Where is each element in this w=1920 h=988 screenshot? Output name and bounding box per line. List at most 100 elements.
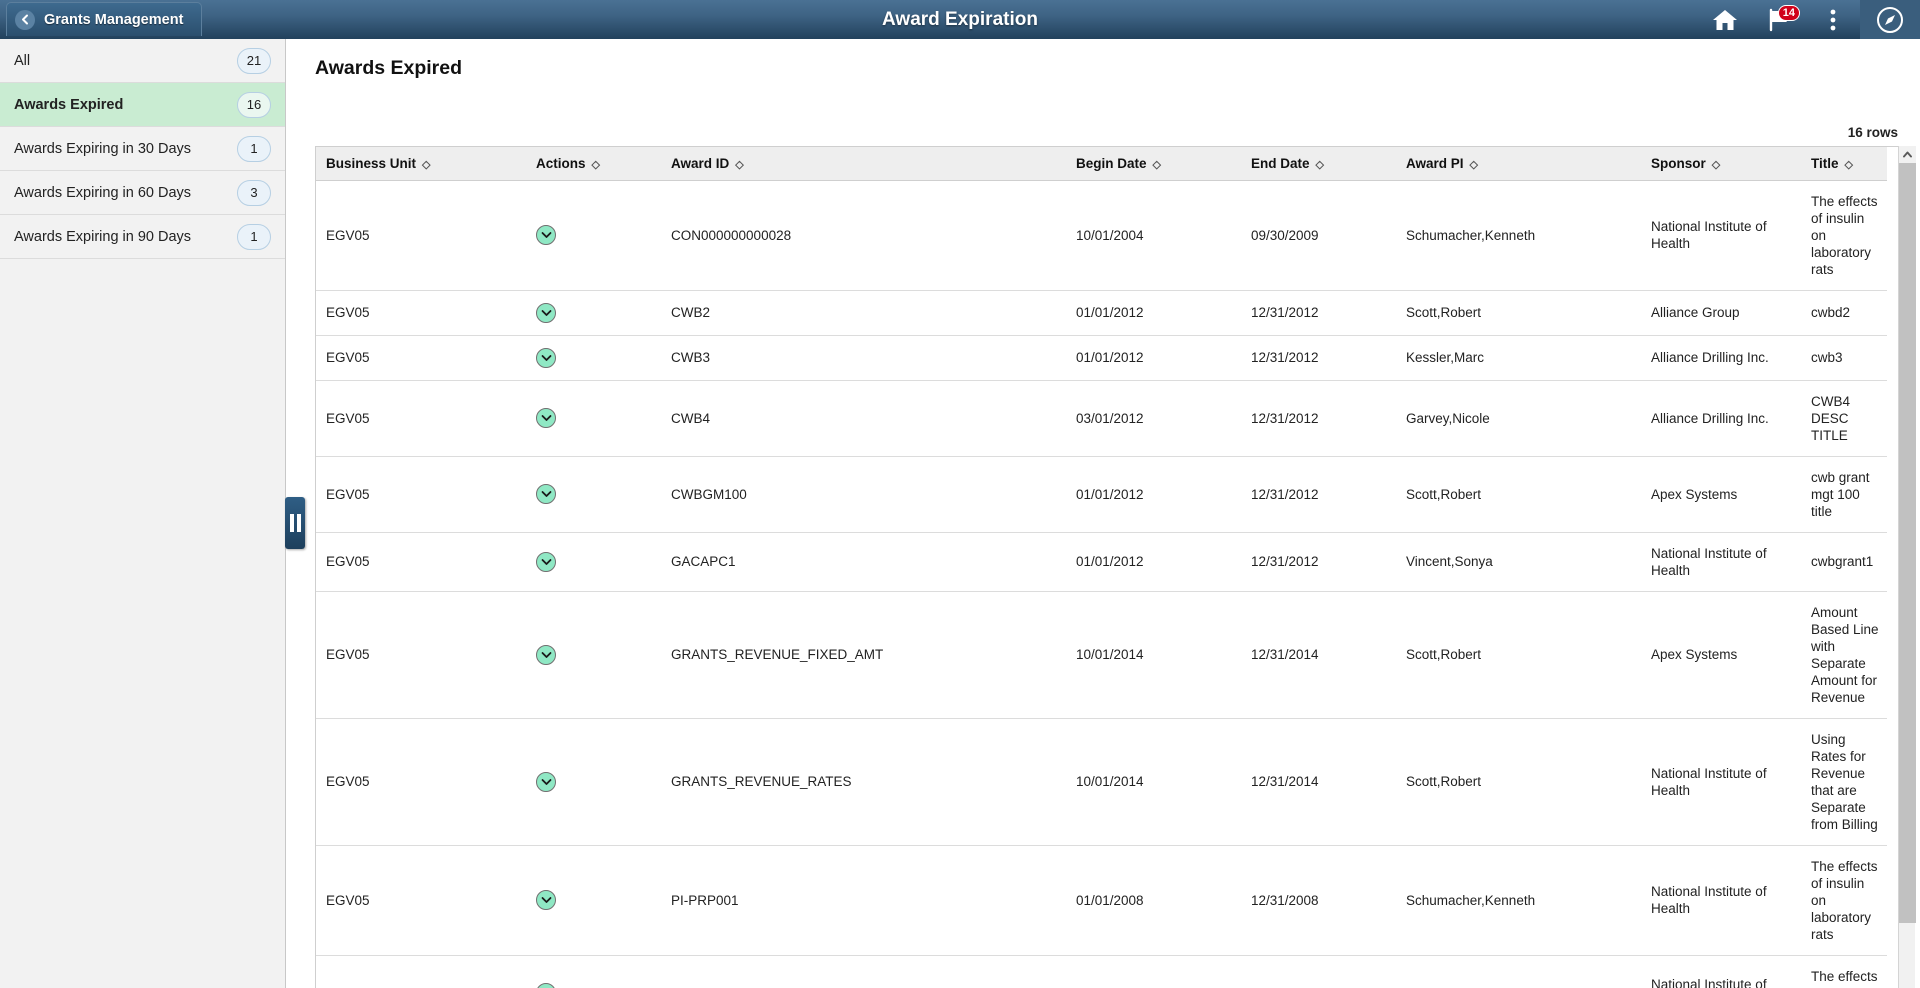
sort-icon[interactable]: ◇	[1470, 159, 1478, 171]
chevron-down-circle-icon[interactable]	[536, 303, 556, 323]
cell-begin-date: 01/01/2012	[1066, 335, 1241, 380]
table-row[interactable]: EGV05CON00000000002810/01/200409/30/2009…	[316, 180, 1887, 290]
chevron-down-circle-icon[interactable]	[536, 890, 556, 910]
cell-award-pi: Kessler,Marc	[1396, 335, 1641, 380]
cell-actions[interactable]	[526, 456, 661, 532]
cell-business-unit: EGV05	[316, 591, 526, 718]
sidebar-item-awards-expired[interactable]: Awards Expired 16	[0, 83, 285, 127]
cell-actions[interactable]	[526, 290, 661, 335]
sidebar-item-awards-expiring-90-days[interactable]: Awards Expiring in 90 Days 1	[0, 215, 285, 259]
cell-title: cwbgrant1	[1801, 532, 1887, 591]
cell-actions[interactable]	[526, 335, 661, 380]
scrollbar-thumb[interactable]	[1899, 163, 1916, 923]
chevron-down-circle-icon[interactable]	[536, 408, 556, 428]
sort-icon[interactable]: ◇	[1712, 159, 1720, 171]
column-header-title[interactable]: Title◇	[1801, 147, 1887, 180]
column-header-business-unit[interactable]: Business Unit◇	[316, 147, 526, 180]
notification-flag-icon[interactable]: 14	[1752, 0, 1806, 39]
sidebar-item-awards-expiring-60-days[interactable]: Awards Expiring in 60 Days 3	[0, 171, 285, 215]
column-header-sponsor[interactable]: Sponsor◇	[1641, 147, 1801, 180]
pause-bars-icon	[297, 514, 301, 532]
column-header-actions[interactable]: Actions◇	[526, 147, 661, 180]
chevron-down-circle-icon[interactable]	[536, 552, 556, 572]
chevron-down-circle-icon[interactable]	[536, 348, 556, 368]
chevron-down-circle-icon[interactable]	[536, 983, 556, 988]
table-body: EGV05CON00000000002810/01/200409/30/2009…	[316, 180, 1887, 988]
sort-icon[interactable]: ◇	[1845, 159, 1853, 171]
column-header-award-id[interactable]: Award ID◇	[661, 147, 1066, 180]
sort-icon[interactable]: ◇	[422, 159, 430, 171]
chevron-down-circle-icon[interactable]	[536, 484, 556, 504]
sidebar-item-awards-expiring-30-days[interactable]: Awards Expiring in 30 Days 1	[0, 127, 285, 171]
cell-actions[interactable]	[526, 955, 661, 988]
cell-business-unit: EGV05	[316, 532, 526, 591]
cell-sponsor: Alliance Drilling Inc.	[1641, 380, 1801, 456]
page-title: Awards Expired	[287, 39, 1920, 80]
cell-sponsor: Apex Systems	[1641, 456, 1801, 532]
sort-icon[interactable]: ◇	[735, 159, 743, 171]
chevron-down-circle-icon[interactable]	[536, 225, 556, 245]
sidebar-item-label: Awards Expired	[14, 97, 237, 113]
column-header-award-pi[interactable]: Award PI ◇	[1396, 147, 1641, 180]
cell-title: Using Rates for Revenue that are Separat…	[1801, 718, 1887, 845]
cell-title: cwbd2	[1801, 290, 1887, 335]
cell-begin-date: 01/01/2008	[1066, 845, 1241, 955]
sort-icon[interactable]: ◇	[1153, 159, 1161, 171]
sidebar-collapse-handle[interactable]	[285, 497, 305, 549]
table-row[interactable]: EGV05CWBGM10001/01/201212/31/2012Scott,R…	[316, 456, 1887, 532]
sidebar-item-all[interactable]: All 21	[0, 39, 285, 83]
cell-actions[interactable]	[526, 380, 661, 456]
page-header-title: Award Expiration	[0, 9, 1920, 31]
back-to-grants-management-tab[interactable]: Grants Management	[6, 2, 202, 36]
table-row[interactable]: EGV05CWB403/01/201212/31/2012Garvey,Nico…	[316, 380, 1887, 456]
chevron-down-circle-icon[interactable]	[536, 645, 556, 665]
sort-icon[interactable]: ◇	[1316, 159, 1324, 171]
cell-award-pi: Vincent,Sonya	[1396, 532, 1641, 591]
table-row[interactable]: EGV05PI-PRP00101/01/200812/31/2008Schuma…	[316, 845, 1887, 955]
chevron-left-icon	[15, 10, 35, 30]
table-row[interactable]: EGV05CWB301/01/201212/31/2012Kessler,Mar…	[316, 335, 1887, 380]
cell-award-id: PI-PRP003	[661, 955, 1066, 988]
cell-award-pi: Scott,Robert	[1396, 718, 1641, 845]
cell-award-id: CWBGM100	[661, 456, 1066, 532]
cell-begin-date: 10/01/2004	[1066, 180, 1241, 290]
column-label: Award PI	[1406, 156, 1464, 171]
cell-award-pi: Schumacher,Kenneth	[1396, 845, 1641, 955]
actions-menu-icon[interactable]	[1806, 0, 1860, 39]
sidebar-item-label: Awards Expiring in 60 Days	[14, 185, 237, 201]
vertical-scrollbar[interactable]	[1898, 146, 1915, 988]
column-label: Begin Date	[1076, 156, 1147, 171]
sort-icon[interactable]: ◇	[592, 159, 600, 171]
sidebar-item-label: Awards Expiring in 30 Days	[14, 141, 237, 157]
scroll-up-icon[interactable]	[1899, 146, 1916, 163]
cell-award-id: CWB2	[661, 290, 1066, 335]
cell-actions[interactable]	[526, 845, 661, 955]
table-row[interactable]: EGV05CWB201/01/201212/31/2012Scott,Rober…	[316, 290, 1887, 335]
filter-sidebar: All 21 Awards Expired 16 Awards Expiring…	[0, 39, 286, 988]
cell-begin-date: 03/01/2012	[1066, 380, 1241, 456]
table-row[interactable]: EGV05GACAPC101/01/201212/31/2012Vincent,…	[316, 532, 1887, 591]
cell-begin-date: 01/01/2007	[1066, 955, 1241, 988]
cell-begin-date: 10/01/2014	[1066, 718, 1241, 845]
cell-sponsor: Alliance Drilling Inc.	[1641, 335, 1801, 380]
column-header-begin-date[interactable]: Begin Date ◇	[1066, 147, 1241, 180]
pause-bars-icon	[290, 514, 294, 532]
column-label: End Date	[1251, 156, 1310, 171]
cell-title: The effects of insulin on laboratory rat…	[1801, 845, 1887, 955]
table-row[interactable]: EGV05GRANTS_REVENUE_RATES10/01/201412/31…	[316, 718, 1887, 845]
cell-business-unit: EGV05	[316, 845, 526, 955]
cell-actions[interactable]	[526, 718, 661, 845]
cell-award-pi: Schumacher,Kenneth	[1396, 180, 1641, 290]
column-header-end-date[interactable]: End Date ◇	[1241, 147, 1396, 180]
cell-actions[interactable]	[526, 180, 661, 290]
cell-sponsor: Apex Systems	[1641, 591, 1801, 718]
table-row[interactable]: EGV05PI-PRP00301/01/200712/31/2009Kessle…	[316, 955, 1887, 988]
cell-actions[interactable]	[526, 591, 661, 718]
row-count-label: 16 rows	[1848, 125, 1898, 140]
cell-title: The effects of insulin on laboratory rat…	[1801, 180, 1887, 290]
navigator-compass-icon[interactable]	[1860, 0, 1920, 39]
chevron-down-circle-icon[interactable]	[536, 772, 556, 792]
table-row[interactable]: EGV05GRANTS_REVENUE_FIXED_AMT10/01/20141…	[316, 591, 1887, 718]
cell-actions[interactable]	[526, 532, 661, 591]
home-icon[interactable]	[1698, 0, 1752, 39]
